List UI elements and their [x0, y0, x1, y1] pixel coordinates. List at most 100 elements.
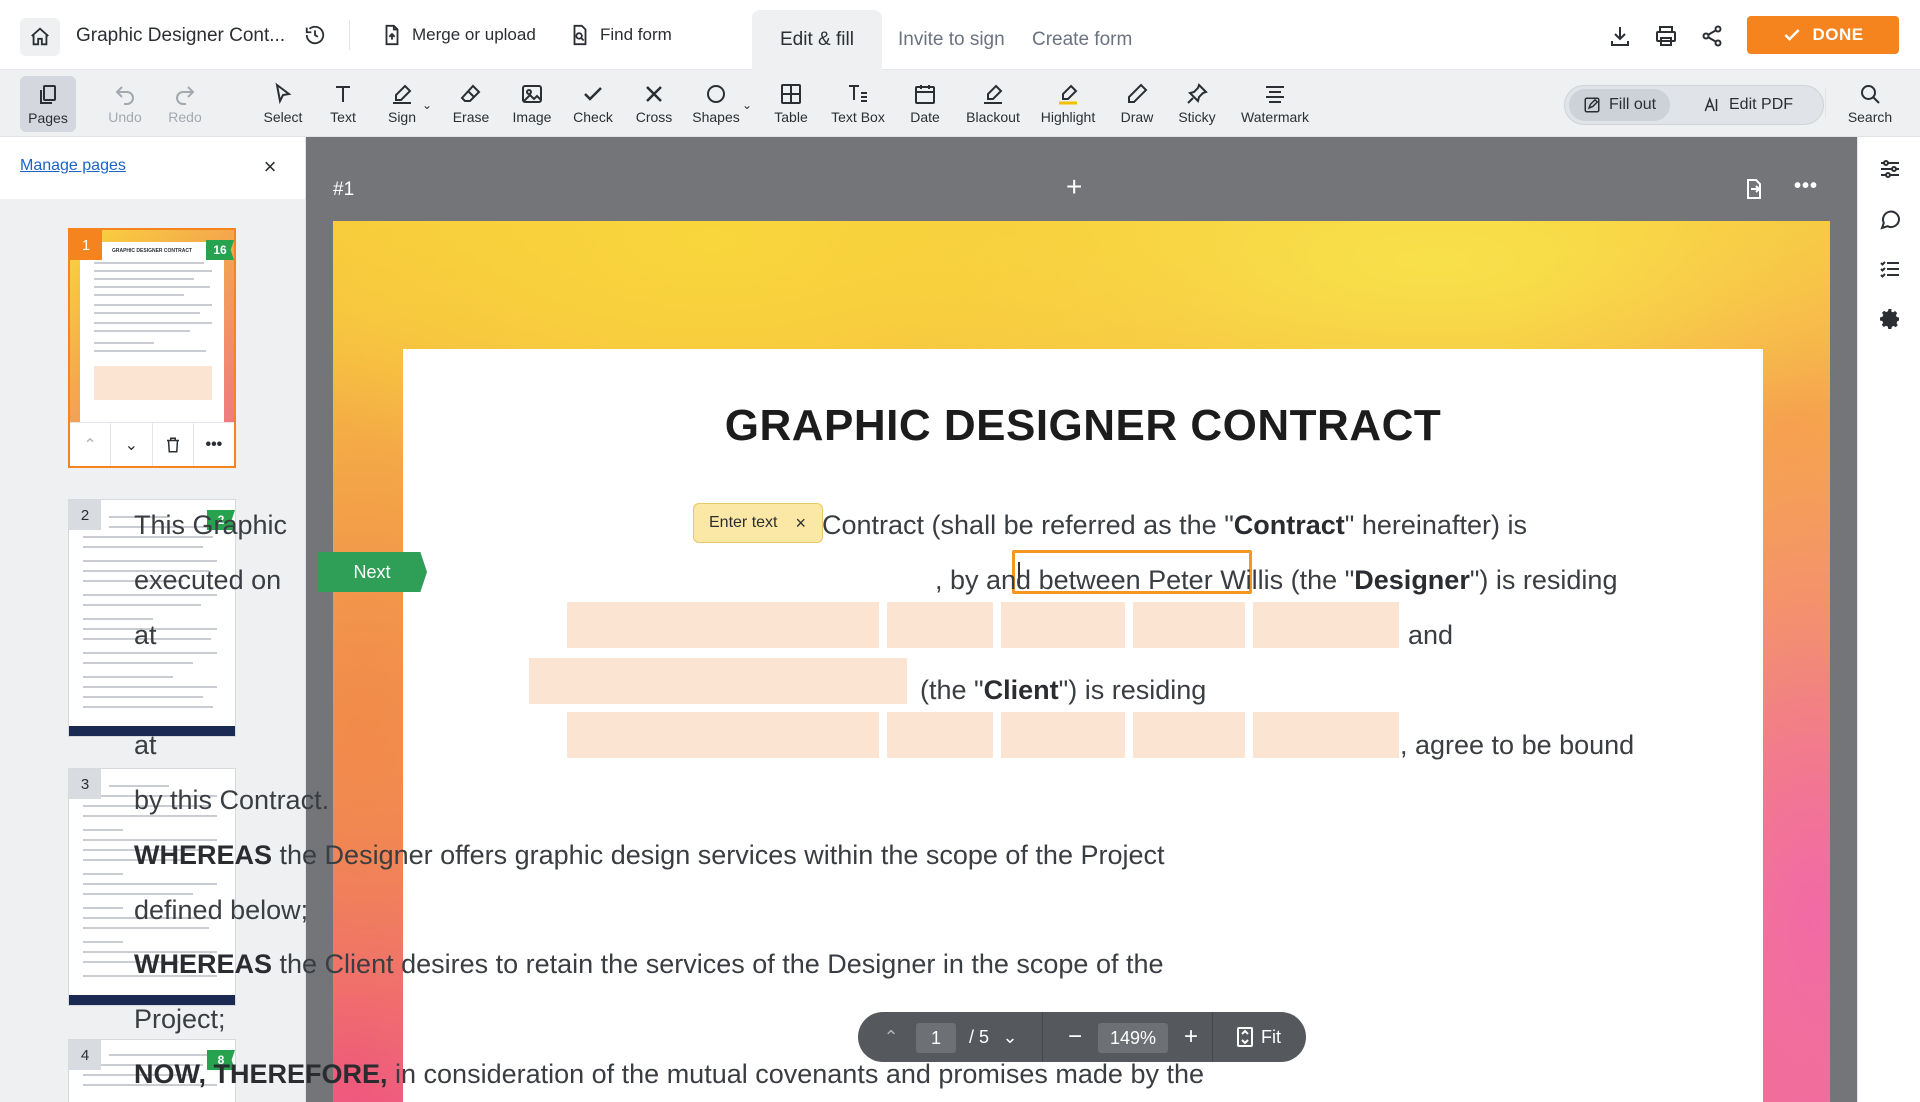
home-icon	[31, 27, 49, 46]
redo-label: Redo	[168, 109, 202, 125]
header-divider	[349, 20, 350, 50]
thumbnail-text-line	[83, 907, 123, 909]
text-tool[interactable]: Text	[318, 70, 368, 137]
search-tool[interactable]: Search	[1840, 70, 1900, 137]
select-tool[interactable]: Select	[258, 70, 308, 137]
fillable-fields-badge: 16	[206, 240, 234, 260]
page-navigation-bar: ⌃ 1 / 5 ⌄ − 149% + Fit	[858, 1012, 1306, 1062]
undo-tool[interactable]: Undo	[100, 70, 150, 137]
zoom-out-icon[interactable]: −	[1058, 1012, 1092, 1062]
print-button[interactable]	[1652, 22, 1680, 50]
watermark-tool[interactable]: Watermark	[1232, 70, 1318, 137]
doc-line-2a: executed on	[134, 565, 282, 595]
doc-line-1b: Contract (shall be referred as the "Cont…	[822, 510, 1527, 541]
download-button[interactable]	[1606, 22, 1634, 50]
zoom-in-icon[interactable]: +	[1174, 1012, 1208, 1062]
zoom-level[interactable]: 149%	[1098, 1023, 1168, 1053]
settings-gear-icon[interactable]	[1878, 307, 1902, 331]
text-label: Text	[330, 109, 356, 125]
doc-line-7: WHEREAS the Designer offers graphic desi…	[134, 840, 1165, 871]
sign-tool[interactable]: Sign	[377, 70, 427, 137]
edit-pdf-label: Edit PDF	[1729, 96, 1794, 113]
document-title: Graphic Designer Cont...	[76, 25, 286, 46]
thumbnail-text-line	[94, 312, 200, 314]
find-form-button[interactable]: Find form	[570, 24, 672, 46]
comments-icon[interactable]	[1878, 207, 1902, 231]
fit-page-button[interactable]: Fit	[1224, 1012, 1294, 1062]
doc-line-1a: This Graphic	[134, 510, 288, 540]
rotate-page-button[interactable]	[1742, 177, 1766, 206]
client-state-field[interactable]	[1001, 712, 1125, 758]
client-street-field[interactable]	[567, 712, 879, 758]
close-panel-icon[interactable]: ×	[258, 155, 282, 179]
designer-street-field[interactable]	[567, 602, 879, 648]
add-page-icon[interactable]: +	[1066, 173, 1082, 201]
version-history-button[interactable]	[302, 22, 328, 48]
calendar-icon	[915, 85, 935, 104]
thumbnail-paper: GRAPHIC DESIGNER CONTRACT	[80, 242, 224, 426]
designer-country-field[interactable]	[1253, 602, 1399, 648]
text-box-label: Text Box	[831, 109, 885, 125]
designer-zip-field[interactable]	[1133, 602, 1245, 648]
page-more-options-icon[interactable]: •••	[1794, 175, 1818, 198]
done-label: DONE	[1812, 25, 1864, 44]
done-button[interactable]: DONE	[1747, 16, 1899, 54]
merge-upload-button[interactable]: Merge or upload	[382, 24, 536, 46]
sign-label: Sign	[387, 109, 417, 125]
edit-pdf-mode-button[interactable]: Edit PDF	[1689, 89, 1807, 121]
erase-label: Erase	[452, 109, 490, 125]
page-thumbnail-1[interactable]: GRAPHIC DESIGNER CONTRACT 1 16 ⌃ ⌄ •••	[68, 228, 236, 468]
move-up-icon[interactable]: ⌃	[70, 423, 112, 466]
shapes-dropdown-chevron-icon[interactable]: ⌄	[742, 98, 752, 112]
manage-pages-link[interactable]: Manage pages	[20, 157, 126, 175]
merge-upload-label: Merge or upload	[412, 25, 536, 44]
undo-icon	[115, 86, 134, 105]
sticky-tool[interactable]: Sticky	[1171, 70, 1223, 137]
erase-tool[interactable]: Erase	[446, 70, 496, 137]
move-down-icon[interactable]: ⌄	[111, 423, 153, 466]
client-city-field[interactable]	[887, 712, 993, 758]
draw-tool[interactable]: Draw	[1111, 70, 1163, 137]
table-tool[interactable]: Table	[766, 70, 816, 137]
delete-page-icon[interactable]	[153, 423, 194, 466]
share-button[interactable]	[1698, 22, 1726, 50]
thumbnail-text-line	[83, 706, 213, 708]
designer-city-field[interactable]	[887, 602, 993, 648]
redo-tool[interactable]: Redo	[160, 70, 210, 137]
thumbnail-text-line	[83, 546, 203, 548]
text-box-tool[interactable]: Text Box	[824, 70, 892, 137]
doc-line-3b: and	[1408, 620, 1454, 650]
date-tool[interactable]: Date	[900, 70, 950, 137]
highlight-tool[interactable]: Highlight	[1032, 70, 1104, 137]
next-page-chevron-icon[interactable]: ⌄	[998, 1012, 1022, 1062]
client-zip-field[interactable]	[1133, 712, 1245, 758]
shapes-tool[interactable]: Shapes	[689, 70, 743, 137]
thumbnail-field	[94, 366, 212, 400]
tooltip-close-icon[interactable]: ×	[795, 513, 806, 534]
filters-icon[interactable]	[1878, 157, 1902, 181]
client-name-field[interactable]	[529, 658, 907, 704]
enter-text-tooltip: Enter text ×	[693, 503, 823, 543]
previous-page-chevron-icon[interactable]: ⌃	[876, 1012, 906, 1062]
find-form-label: Find form	[600, 25, 672, 44]
home-button[interactable]	[20, 18, 60, 56]
designer-state-field[interactable]	[1001, 602, 1125, 648]
pages-tool[interactable]: Pages	[20, 76, 76, 132]
signature-pen-icon	[393, 84, 412, 104]
toolbar-divider	[1825, 88, 1826, 118]
checklist-icon[interactable]	[1878, 257, 1902, 281]
tab-create-form[interactable]: Create form	[1004, 10, 1160, 70]
tab-edit-fill[interactable]: Edit & fill	[752, 10, 882, 70]
image-tool[interactable]: Image	[506, 70, 558, 137]
thumbnail-text-line	[94, 278, 194, 280]
more-options-icon[interactable]: •••	[194, 423, 234, 466]
thumbnail-text-line	[83, 560, 217, 562]
next-field-button[interactable]: Next	[317, 552, 427, 592]
fill-out-mode-button[interactable]: Fill out	[1569, 89, 1671, 121]
sign-dropdown-chevron-icon[interactable]: ⌄	[422, 98, 432, 112]
client-country-field[interactable]	[1253, 712, 1399, 758]
current-page-input[interactable]: 1	[916, 1023, 956, 1053]
blackout-tool[interactable]: Blackout	[958, 70, 1028, 137]
cross-tool[interactable]: Cross	[628, 70, 680, 137]
check-tool[interactable]: Check	[567, 70, 619, 137]
